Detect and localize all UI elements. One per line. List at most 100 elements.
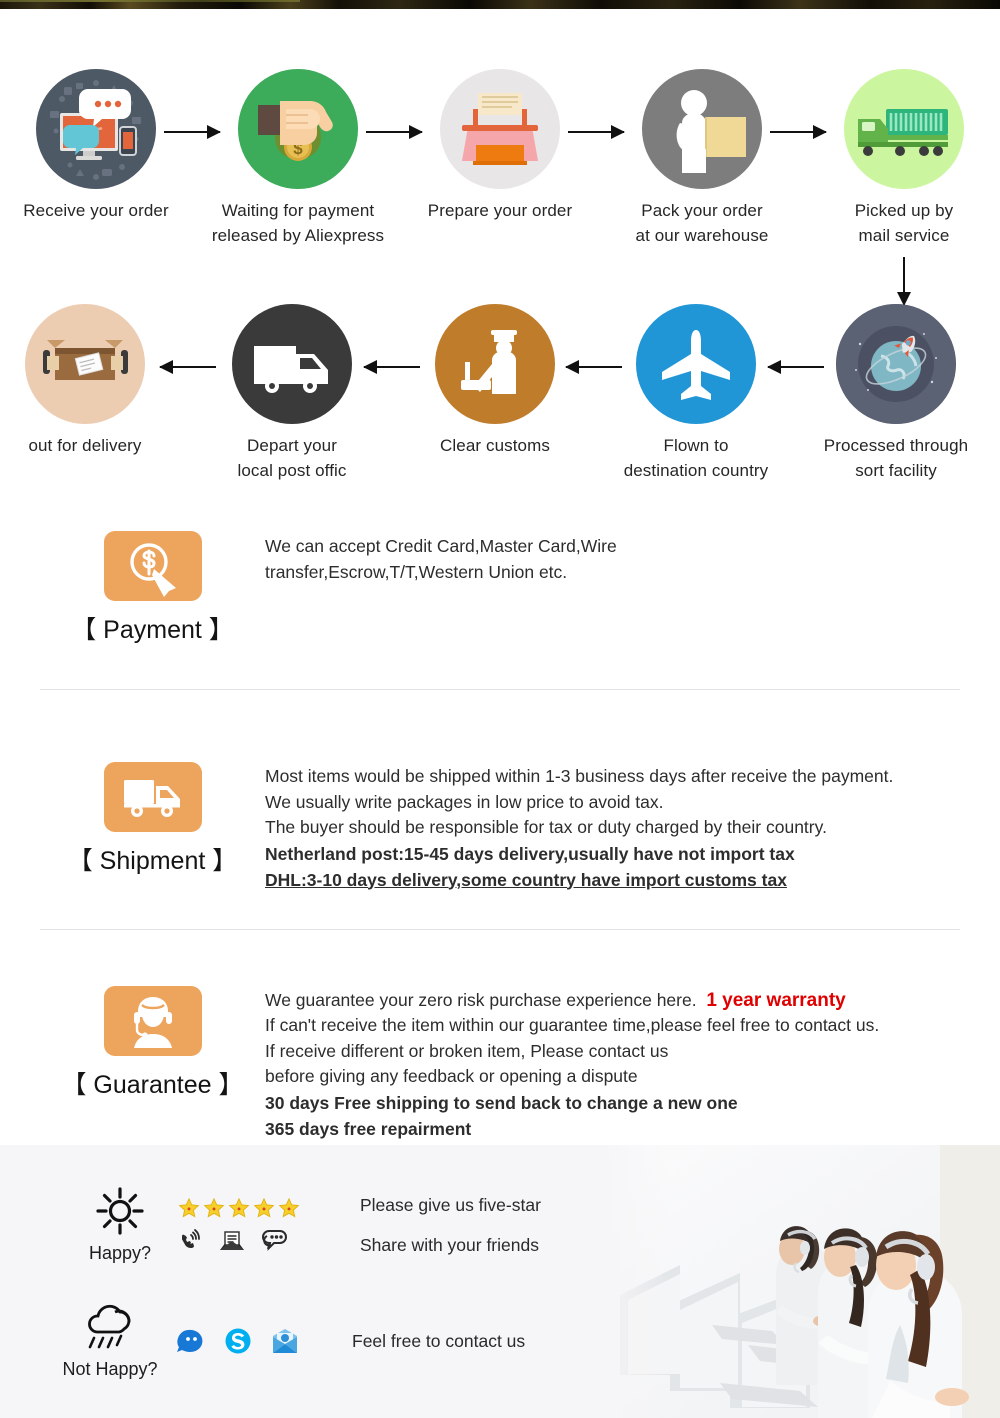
guarantee-return-policy-line: 30 days Free shipping to send back to ch… <box>265 1092 738 1113</box>
desktop-chat-icon <box>36 69 156 189</box>
shipment-section: 【 Shipment 】 Most items would be shipped… <box>0 736 1000 893</box>
guarantee-icon-col: 【 Guarantee 】 <box>40 960 265 1100</box>
shipment-line: Most items would be shipped within 1-3 b… <box>265 766 894 786</box>
sun-icon <box>72 1186 168 1240</box>
flow-caption: Picked up by mail service <box>854 201 954 245</box>
flow-node-depart-post-office: Depart your local post offic <box>202 304 382 483</box>
truck-icon <box>103 762 202 832</box>
flow-node-waiting-payment: $ Waiting for payment released by Aliexp… <box>208 69 388 248</box>
top-banner-photo-strip <box>0 0 1000 9</box>
service-row-not-happy: Not Happy? Feel free to contact us <box>62 1302 525 1380</box>
warranty-badge-text: 1 year warranty <box>706 989 846 1011</box>
guarantee-label: 【 Guarantee 】 <box>61 1070 244 1099</box>
shipping-flow-diagram: Receive your order $ Waiting for payment… <box>0 9 1000 499</box>
not-happy-texts: Feel free to contact us <box>352 1330 525 1352</box>
payment-text: We can accept Credit Card,Master Card,Wi… <box>265 505 1000 585</box>
flow-caption: Processed through sort facility <box>823 436 969 480</box>
flow-caption: Receive your order <box>23 201 169 220</box>
flow-node-flown-destination: Flown to destination country <box>606 304 786 483</box>
trademanager-icon[interactable] <box>176 1327 206 1355</box>
airplane-icon <box>636 304 756 424</box>
not-happy-contact-icons <box>176 1327 306 1355</box>
mood-happy: Happy? <box>72 1186 168 1264</box>
flow-node-clear-customs: Clear customs <box>405 304 585 458</box>
star-icon <box>178 1197 200 1218</box>
flow-node-out-for-delivery: out for delivery <box>0 304 175 458</box>
star-rating <box>178 1197 308 1219</box>
flow-caption: Clear customs <box>440 436 550 455</box>
service-icon-grid: Happy? Please give us five-star Share wi… <box>0 1145 620 1418</box>
flow-node-receive-order: Receive your order <box>6 69 186 223</box>
flow-caption: Flown to destination country <box>623 436 769 480</box>
star-icon <box>203 1197 225 1218</box>
star-icon <box>278 1197 300 1218</box>
not-happy-icons <box>176 1327 306 1355</box>
happy-text-line: Please give us five-star <box>360 1195 541 1215</box>
payment-icon-col: 【 Payment 】 <box>40 505 265 645</box>
shipment-dhl-line: DHL:3-10 days delivery,some country have… <box>265 869 787 890</box>
happy-texts: Please give us five-star Share with your… <box>360 1185 541 1265</box>
payment-section: 【 Payment 】 We can accept Credit Card,Ma… <box>0 505 1000 645</box>
support-agent-icon <box>103 985 202 1056</box>
flow-caption: Prepare your order <box>427 201 573 220</box>
mood-not-happy-label: Not Happy? <box>62 1359 158 1379</box>
payment-line: We can accept Credit Card,Master Card,Wi… <box>265 536 617 556</box>
open-parcel-icon <box>25 304 145 424</box>
delivery-van-icon <box>232 304 352 424</box>
shipment-line: We usually write packages in low price t… <box>265 791 664 812</box>
rain-cloud-icon <box>62 1302 158 1356</box>
not-happy-text-line: Feel free to contact us <box>352 1331 526 1351</box>
call-center-agents-photo <box>600 1145 1000 1418</box>
guarantee-line: If receive different or broken item, Ple… <box>265 1040 669 1061</box>
shipment-line: The buyer should be responsible for tax … <box>265 817 827 837</box>
service-row-happy: Happy? Please give us five-star Share wi… <box>72 1185 541 1265</box>
shipment-text: Most items would be shipped within 1-3 b… <box>265 736 1000 893</box>
shipment-icon-col: 【 Shipment 】 <box>40 736 265 876</box>
flow-caption: Depart your local post offic <box>237 436 347 480</box>
happy-text-line: Share with your friends <box>360 1235 539 1255</box>
guarantee-line: If can't receive the item within our gua… <box>265 1015 880 1035</box>
flow-caption: Pack your order at our warehouse <box>635 201 769 245</box>
star-icon <box>253 1197 275 1218</box>
shipment-label: 【 Shipment 】 <box>67 847 238 875</box>
email-icon[interactable] <box>270 1328 300 1354</box>
flow-node-pack-order: Pack your order at our warehouse <box>612 69 792 248</box>
shipment-netherland-post-line: Netherland post:15-45 days delivery,usua… <box>265 843 795 864</box>
policy-sections: 【 Payment 】 We can accept Credit Card,Ma… <box>0 505 1000 1142</box>
arrow-down-icon <box>897 257 911 306</box>
money-click-icon <box>103 531 202 601</box>
skype-icon[interactable] <box>224 1327 252 1355</box>
flow-caption: out for delivery <box>28 436 142 455</box>
payment-label: 【 Payment 】 <box>71 616 234 644</box>
flow-node-picked-up: Picked up by mail service <box>814 69 994 248</box>
worker-package-icon <box>642 69 762 189</box>
payment-line: transfer,Escrow,T/T,Western Union etc. <box>265 562 568 582</box>
guarantee-section: 【 Guarantee 】 We guarantee your zero ris… <box>0 960 1000 1142</box>
happy-icons <box>178 1197 308 1253</box>
flow-caption: Waiting for payment released by Aliexpre… <box>211 201 385 245</box>
star-icon <box>228 1197 250 1218</box>
guarantee-line-1: We guarantee your zero risk purchase exp… <box>265 988 1000 1014</box>
printer-icon <box>440 69 560 189</box>
globe-rocket-icon <box>836 304 956 424</box>
hand-money-bag-icon: $ <box>238 69 358 189</box>
guarantee-line: before giving any feedback or opening a … <box>265 1066 638 1086</box>
envelope-icon[interactable] <box>218 1228 246 1252</box>
customs-officer-icon <box>435 304 555 424</box>
mood-happy-label: Happy? <box>88 1243 152 1263</box>
phone-ring-icon[interactable] <box>178 1227 204 1253</box>
customer-service-band: Happy? Please give us five-star Share wi… <box>0 1145 1000 1418</box>
flow-node-prepare-order: Prepare your order <box>410 69 590 223</box>
guarantee-text: We guarantee your zero risk purchase exp… <box>265 960 1000 1142</box>
truck-container-icon <box>844 69 964 189</box>
guarantee-repair-policy-line: 365 days free repairment <box>265 1118 472 1139</box>
guarantee-line-1-normal: We guarantee your zero risk purchase exp… <box>265 989 697 1010</box>
mood-not-happy: Not Happy? <box>62 1302 158 1380</box>
happy-contact-icons <box>178 1227 308 1253</box>
flow-node-sort-facility: Processed through sort facility <box>806 304 986 483</box>
chat-bubble-icon[interactable] <box>260 1228 288 1252</box>
